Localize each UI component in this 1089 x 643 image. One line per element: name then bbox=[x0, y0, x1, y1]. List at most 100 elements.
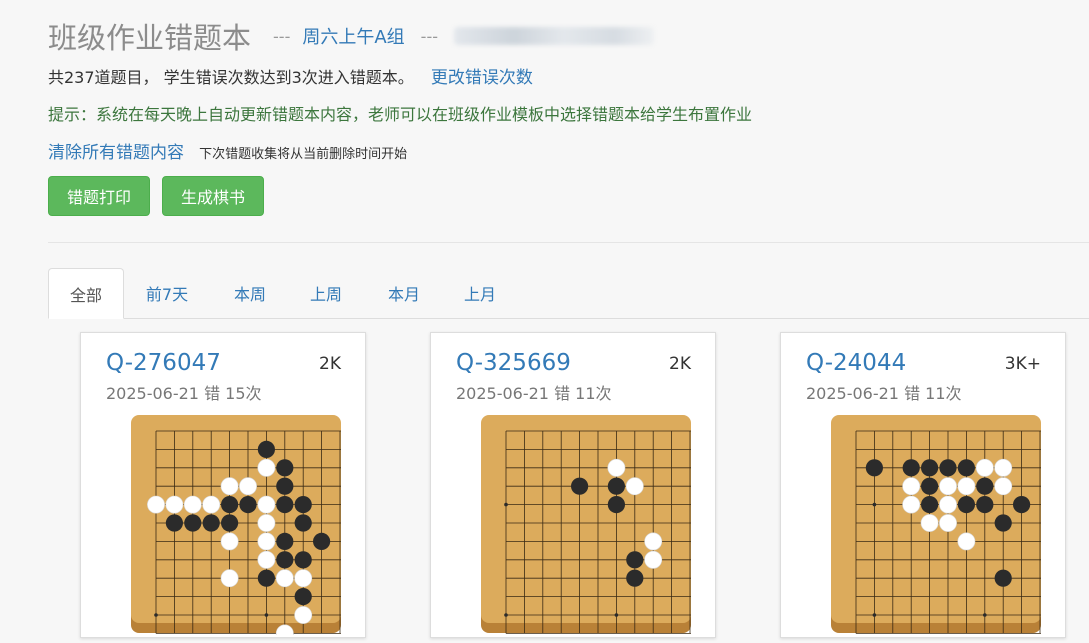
white-stone bbox=[994, 477, 1013, 496]
problem-date: 2025-06-21 bbox=[806, 384, 899, 403]
black-stone bbox=[607, 496, 625, 514]
problem-id-link[interactable]: Q-276047 bbox=[106, 350, 221, 376]
problem-card[interactable]: Q-276047 2K 2025-06-21 错 15次 bbox=[80, 332, 366, 643]
tab-this-week[interactable]: 本周 bbox=[212, 268, 288, 318]
white-stone bbox=[294, 569, 313, 588]
black-stone bbox=[994, 569, 1012, 587]
summary-text: 共237道题目， 学生错误次数达到3次进入错题本。 bbox=[48, 68, 414, 87]
problem-error-count: 错 15次 bbox=[204, 384, 262, 403]
tab-last-7-days[interactable]: 前7天 bbox=[130, 268, 204, 318]
white-stone bbox=[183, 495, 202, 514]
clear-line: 清除所有错题内容 下次错题收集将从当前删除时间开始 bbox=[48, 138, 407, 163]
problem-rank: 2K bbox=[319, 354, 341, 374]
problem-meta: 2025-06-21 错 15次 bbox=[106, 380, 262, 404]
black-stone bbox=[239, 496, 257, 514]
black-stone bbox=[313, 532, 331, 550]
black-stone bbox=[276, 532, 294, 550]
problem-error-count: 错 11次 bbox=[554, 384, 612, 403]
star-point bbox=[504, 613, 508, 617]
white-stone bbox=[625, 477, 644, 496]
black-stone bbox=[939, 459, 957, 477]
tab-last-week[interactable]: 上周 bbox=[288, 268, 364, 318]
white-stone bbox=[939, 495, 957, 514]
white-stone bbox=[257, 532, 276, 551]
tab-last-month[interactable]: 上月 bbox=[442, 268, 518, 318]
black-stone bbox=[276, 477, 294, 495]
black-stone bbox=[976, 477, 994, 495]
go-board[interactable] bbox=[131, 415, 359, 643]
clear-note: 下次错题收集将从当前删除时间开始 bbox=[199, 147, 408, 162]
problem-card[interactable]: Q-325669 2K 2025-06-21 错 11次 bbox=[430, 332, 716, 638]
white-stone bbox=[147, 495, 165, 514]
summary-line: 共237道题目， 学生错误次数达到3次进入错题本。 更改错误次数 bbox=[48, 63, 533, 88]
problem-meta: 2025-06-21 错 11次 bbox=[806, 380, 962, 404]
problem-meta: 2025-06-21 错 11次 bbox=[456, 380, 612, 404]
black-stone bbox=[294, 496, 312, 514]
white-stone bbox=[220, 532, 239, 551]
black-stone bbox=[276, 459, 294, 477]
white-stone bbox=[957, 532, 976, 551]
star-point bbox=[872, 502, 877, 507]
white-stone bbox=[939, 477, 957, 496]
clear-all-link[interactable]: 清除所有错题内容 bbox=[48, 143, 184, 163]
white-stone bbox=[257, 458, 276, 477]
white-stone bbox=[902, 477, 921, 496]
black-stone bbox=[221, 514, 239, 532]
black-stone bbox=[976, 496, 994, 514]
black-stone bbox=[294, 588, 312, 606]
white-stone bbox=[257, 514, 276, 532]
black-stone bbox=[607, 477, 625, 495]
black-stone bbox=[165, 514, 183, 532]
star-point bbox=[154, 613, 158, 617]
black-stone bbox=[994, 514, 1012, 532]
tab-this-month[interactable]: 本月 bbox=[366, 268, 442, 318]
tab-all[interactable]: 全部 bbox=[48, 268, 124, 319]
black-stone bbox=[957, 459, 975, 477]
white-stone bbox=[957, 477, 976, 496]
black-stone bbox=[294, 551, 312, 569]
go-board[interactable] bbox=[481, 415, 709, 635]
white-stone bbox=[939, 514, 957, 532]
white-stone bbox=[239, 477, 257, 496]
go-board[interactable] bbox=[831, 415, 1059, 635]
star-point bbox=[264, 613, 269, 617]
white-stone bbox=[902, 495, 921, 514]
black-stone bbox=[626, 551, 644, 569]
black-stone bbox=[957, 496, 975, 514]
divider bbox=[48, 242, 1089, 243]
make-book-button[interactable]: 生成棋书 bbox=[162, 176, 264, 216]
white-stone bbox=[165, 495, 184, 514]
group-link[interactable]: 周六上午A组 bbox=[302, 23, 404, 49]
white-stone bbox=[920, 514, 939, 532]
black-stone bbox=[294, 514, 312, 532]
print-errors-button[interactable]: 错题打印 bbox=[48, 176, 150, 216]
white-stone bbox=[202, 495, 221, 514]
problem-id-link[interactable]: Q-24044 bbox=[806, 350, 906, 376]
page-title: 班级作业错题本 bbox=[48, 21, 252, 55]
black-stone bbox=[276, 551, 294, 569]
white-stone bbox=[257, 495, 276, 514]
black-stone bbox=[902, 459, 920, 477]
black-stone bbox=[1013, 496, 1031, 514]
white-stone bbox=[644, 532, 663, 551]
white-stone bbox=[257, 550, 276, 569]
problem-id-link[interactable]: Q-325669 bbox=[456, 350, 571, 376]
black-stone bbox=[202, 514, 220, 532]
redacted-teacher-name bbox=[454, 27, 654, 45]
problem-date: 2025-06-21 bbox=[106, 384, 199, 403]
black-stone bbox=[865, 459, 883, 477]
problem-rank: 3K+ bbox=[1004, 354, 1041, 374]
hint-text: 提示：系统在每天晚上自动更新错题本内容，老师可以在班级作业模板中选择错题本给学生… bbox=[48, 105, 753, 124]
black-stone bbox=[921, 496, 939, 514]
star-point bbox=[504, 502, 508, 507]
black-stone bbox=[921, 459, 939, 477]
white-stone bbox=[644, 550, 663, 569]
white-stone bbox=[220, 477, 239, 496]
black-stone bbox=[221, 496, 239, 514]
white-stone bbox=[975, 458, 994, 477]
change-error-count-link[interactable]: 更改错误次数 bbox=[431, 68, 533, 88]
problem-card[interactable]: Q-24044 3K+ 2025-06-21 错 11次 bbox=[780, 332, 1066, 638]
page-header: 班级作业错题本 --- 周六上午A组 --- bbox=[48, 14, 654, 58]
go-board-svg bbox=[131, 415, 359, 643]
star-point bbox=[983, 613, 987, 617]
